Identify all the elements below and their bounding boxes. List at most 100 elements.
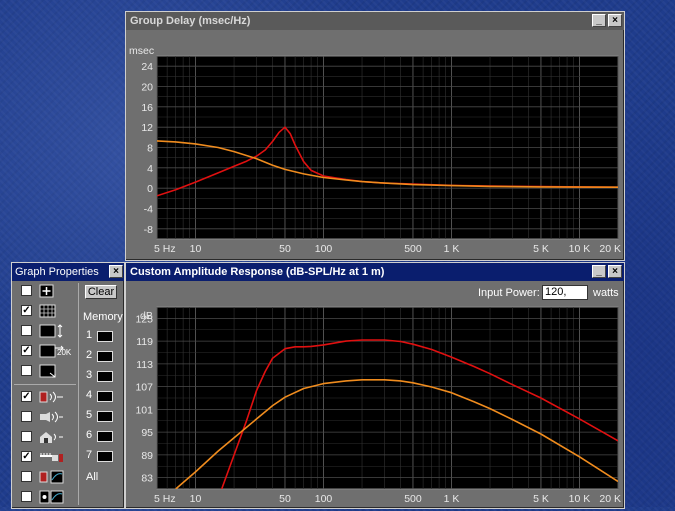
y-axis-label: msec: [129, 45, 154, 57]
vertical-scale-icon: [38, 324, 64, 338]
x-tick-label: 50: [279, 243, 291, 255]
graph-properties-titlebar[interactable]: Graph Properties ×: [12, 263, 124, 281]
y-tick-label: -4: [144, 204, 153, 216]
x-tick-label: 10 K: [569, 493, 591, 505]
checkbox[interactable]: [21, 431, 32, 442]
y-tick-label: -8: [144, 224, 153, 236]
memory-slot-button[interactable]: [97, 351, 113, 362]
graph-property-row[interactable]: [16, 429, 76, 447]
phase-icon: [38, 490, 64, 504]
memory-slot-button[interactable]: [97, 451, 113, 462]
group-delay-chart: 24 20 16 12 8 4 0 -4 -8 5 Hz 10 50 100 500 1 K 5 K 10 K 2…: [126, 30, 624, 260]
group-delay-titlebar[interactable]: Group Delay (msec/Hz) _ ×: [126, 12, 624, 30]
close-button[interactable]: ×: [608, 265, 622, 278]
checkbox[interactable]: [21, 365, 32, 376]
checkbox[interactable]: [21, 471, 32, 482]
memory-slot-button[interactable]: [97, 431, 113, 442]
checkbox-checked[interactable]: ✓: [21, 391, 32, 402]
graph-property-row[interactable]: [16, 323, 76, 341]
x-tick-label: 5 Hz: [154, 243, 176, 255]
speaker-icon: [38, 390, 64, 404]
amplitude-titlebar[interactable]: Custom Amplitude Response (dB-SPL/Hz at …: [126, 263, 624, 281]
x-tick-label: 5 K: [533, 493, 549, 505]
y-tick-label: 16: [141, 102, 153, 114]
memory-all-button[interactable]: All: [86, 471, 98, 483]
graph-property-row[interactable]: ✓: [16, 449, 76, 467]
graph-property-row[interactable]: [16, 469, 76, 487]
memory-slot-button[interactable]: [97, 391, 113, 402]
minimize-button[interactable]: _: [592, 14, 606, 27]
x-tick-label: 5 K: [533, 243, 549, 255]
amplifier-icon: [38, 450, 64, 464]
memory-slot-button[interactable]: [97, 411, 113, 422]
memory-slot-label: 1: [86, 329, 93, 341]
zoom-20k-label: 20K: [57, 348, 72, 357]
clear-button[interactable]: Clear: [85, 285, 117, 299]
memory-slot-label: 4: [86, 389, 93, 401]
graph-property-row[interactable]: [16, 489, 76, 507]
input-power-field[interactable]: 120,: [542, 285, 588, 300]
memory-slot-button[interactable]: [97, 331, 113, 342]
amplitude-title: Custom Amplitude Response (dB-SPL/Hz at …: [130, 266, 385, 278]
panel-divider: [14, 384, 76, 385]
y-axis-label: dB: [140, 310, 153, 322]
plus-icon: [38, 284, 64, 298]
grid-icon: [38, 304, 64, 318]
x-tick-label: 50: [279, 493, 291, 505]
x-tick-label: 20 K: [599, 243, 621, 255]
x-tick-label: 100: [315, 243, 333, 255]
memory-slot-label: 2: [86, 349, 93, 361]
graph-properties-title: Graph Properties: [15, 266, 99, 278]
checkbox[interactable]: [21, 411, 32, 422]
group-delay-title: Group Delay (msec/Hz): [130, 15, 251, 27]
input-power-unit: watts: [593, 287, 619, 299]
amplitude-svg: 1251191131071019589835 Hz 10 50 100 500 1 K5 …: [135, 306, 621, 505]
graph-property-row[interactable]: [16, 363, 76, 381]
export-icon: [38, 364, 64, 378]
group-delay-window: Group Delay (msec/Hz) _ × 24 20 16 12 8 4 0 -4 -…: [125, 11, 625, 261]
checkbox[interactable]: [21, 285, 32, 296]
x-tick-label: 5 Hz: [154, 493, 176, 505]
y-tick-label: 0: [147, 183, 153, 195]
x-tick-label: 100: [315, 493, 333, 505]
y-tick-label: 4: [147, 163, 153, 175]
checkbox-checked[interactable]: ✓: [21, 451, 32, 462]
graph-property-row[interactable]: ✓: [16, 303, 76, 321]
input-power-bar: Input Power: 120, watts: [126, 281, 624, 303]
y-tick-label: 89: [141, 450, 153, 462]
y-tick-label: 101: [135, 404, 153, 416]
y-tick-label: 107: [135, 382, 153, 394]
x-tick-label: 500: [404, 493, 422, 505]
horn-icon: [38, 410, 64, 424]
panel-divider: [78, 283, 79, 505]
checkbox-checked[interactable]: ✓: [21, 305, 32, 316]
minimize-button[interactable]: _: [592, 265, 606, 278]
y-tick-label: 83: [141, 473, 153, 485]
x-tick-label: 10: [190, 243, 202, 255]
x-tick-label: 10: [190, 493, 202, 505]
graph-property-row[interactable]: [16, 409, 76, 427]
close-button[interactable]: ×: [608, 14, 622, 27]
memory-slot-label: 3: [86, 369, 93, 381]
checkbox-checked[interactable]: ✓: [21, 345, 32, 356]
input-power-label: Input Power:: [478, 287, 540, 299]
checkbox[interactable]: [21, 491, 32, 502]
room-icon: [38, 430, 64, 444]
x-tick-label: 1 K: [444, 243, 460, 255]
graph-properties-panel: Graph Properties × ✓ ✓ 20K ✓ ✓ Clear Memory …: [11, 262, 125, 509]
speaker-meter-icon: [38, 470, 64, 484]
memory-slot-label: 5: [86, 409, 93, 421]
group-delay-svg: 24 20 16 12 8 4 0 -4 -85 Hz 10 50 100 500 1 K 5 K 10 K 2…: [129, 45, 621, 255]
x-tick-label: 1 K: [444, 493, 460, 505]
amplitude-chart: 125 119 113 107 101 95 89 83 5 Hz 10 50 100 500 1 K5 …: [126, 303, 624, 508]
close-button[interactable]: ×: [109, 265, 123, 278]
memory-slot-button[interactable]: [97, 371, 113, 382]
graph-property-row[interactable]: ✓: [16, 389, 76, 407]
graph-property-row[interactable]: ✓ 20K: [16, 343, 76, 361]
memory-slot-label: 6: [86, 429, 93, 441]
y-tick-label: 20: [141, 82, 153, 94]
x-tick-label: 20 K: [599, 493, 621, 505]
x-tick-label: 10 K: [569, 243, 591, 255]
checkbox[interactable]: [21, 325, 32, 336]
graph-property-row[interactable]: [16, 283, 76, 301]
